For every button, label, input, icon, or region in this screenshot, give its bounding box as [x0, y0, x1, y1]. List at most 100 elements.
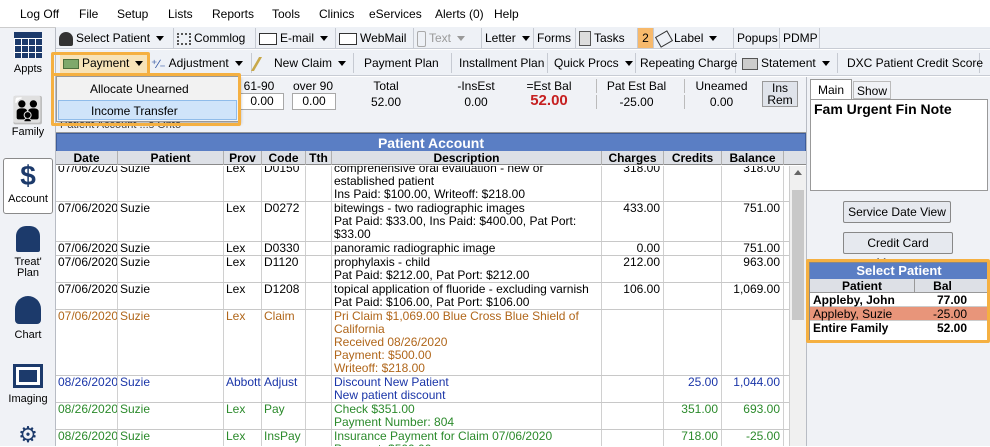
select-patient-label: Select Patient [76, 31, 151, 45]
statement-button[interactable]: Statement [736, 53, 838, 73]
select-patient-button[interactable]: Select Patient [56, 28, 174, 48]
col-balance[interactable]: Balance [722, 151, 784, 165]
table-row[interactable]: 08/26/2020 Suzie Lex Pay Check $351.00 Paymen… [56, 403, 789, 430]
popups-button[interactable]: Popups [734, 28, 780, 48]
menu-setup[interactable]: Setup [117, 7, 148, 21]
col-patient[interactable]: Patient [118, 151, 224, 165]
cell-code: D1208 [262, 283, 306, 309]
nav-appts[interactable]: Appts [0, 30, 56, 86]
tab-main[interactable]: Main [810, 79, 852, 99]
text-label: Text [429, 31, 452, 45]
cell-date: 07/06/2020 [56, 256, 118, 282]
cell-tth [306, 430, 332, 446]
ins-est-value: 0.00 [464, 95, 488, 109]
menu-alerts[interactable]: Alerts (0) [435, 7, 484, 21]
menu-tools[interactable]: Tools [272, 7, 300, 21]
cell-charges: 433.00 [602, 202, 664, 241]
adjustment-button[interactable]: ⁺∕₋ Adjustment [148, 53, 252, 73]
nav-appts-label: Appts [13, 63, 43, 75]
label-button[interactable]: Label [654, 28, 734, 48]
description-line: Pat Paid: $106.00, Pat Port: $106.00 [334, 296, 530, 309]
est-bal-label: =Est Bal [526, 79, 572, 93]
cell-code: InsPay [262, 430, 306, 446]
table-row[interactable]: 08/26/2020 Suzie Lex InsPay Insurance Paymen… [56, 430, 789, 446]
col-date[interactable]: Date [56, 151, 118, 165]
cell-tth [306, 256, 332, 282]
menu-reports[interactable]: Reports [212, 7, 254, 21]
ins-rem-button[interactable]: Ins Rem [762, 81, 798, 107]
nav-family[interactable]: 👪 Family [0, 96, 56, 150]
menu-lists[interactable]: Lists [168, 7, 193, 21]
pat-est-bal-value: -25.00 [596, 95, 676, 109]
col-prov[interactable]: Prov [224, 151, 262, 165]
description-line: topical application of fluoride - exclud… [334, 283, 589, 296]
menu-eservices[interactable]: eServices [369, 7, 422, 21]
table-row[interactable]: 07/06/2020 Suzie Lex D1120 prophylaxis - ch… [56, 256, 789, 283]
description-line: established patient [334, 175, 435, 188]
repeating-charge-label: Repeating Charge [640, 56, 738, 70]
scroll-up-icon[interactable] [794, 170, 802, 175]
repeating-charge-button[interactable]: Repeating Charge [636, 53, 738, 73]
tasks-count-badge[interactable]: 2 [638, 28, 654, 48]
chevron-down-icon [821, 61, 830, 67]
webmail-label: WebMail [360, 31, 407, 45]
dropdown-highlight [51, 73, 241, 126]
menu-log-off[interactable]: Log Off [20, 7, 59, 21]
unearned-value: 0.00 [684, 95, 758, 109]
cell-desc: panoramic radiographic image [332, 242, 602, 255]
label-label: Label [674, 31, 704, 45]
description-line: panoramic radiographic image [334, 242, 496, 255]
table-row[interactable]: 07/06/2020 Suzie Lex D0272 bitewings - two … [56, 202, 789, 242]
webmail-button[interactable]: WebMail [336, 28, 414, 48]
cell-credits [664, 166, 722, 201]
dxc-credit-score-label: DXC Patient Credit Score [847, 56, 984, 70]
cell-balance: 693.00 [722, 403, 784, 429]
cell-tth [306, 242, 332, 255]
letter-button[interactable]: Letter [482, 28, 534, 48]
chevron-down-icon [320, 36, 329, 42]
payment-plan-button[interactable]: Payment Plan [354, 53, 452, 73]
col-charges[interactable]: Charges [602, 151, 664, 165]
table-row[interactable]: 07/06/2020 Suzie Lex Claim Pri Claim $1,069.… [56, 310, 789, 376]
grid-header: Date Patient Prov Code Tth Description C… [56, 151, 808, 165]
grid-scrollbar[interactable] [789, 166, 806, 446]
installment-plan-button[interactable]: Installment Plan [452, 53, 548, 73]
plus-minus-icon: ⁺∕₋ [151, 56, 166, 71]
text-button[interactable]: Text [414, 28, 482, 48]
chevron-down-icon [709, 36, 718, 42]
menu-clinics[interactable]: Clinics [319, 7, 354, 21]
fin-note-box[interactable]: Fam Urgent Fin Note [810, 99, 988, 191]
cell-desc: prophylaxis - child Pat Paid: $212.00, Pa… [332, 256, 602, 282]
description-line: Payment Number: 804 [334, 416, 455, 429]
description-line: bitewings - two radiographic images [334, 202, 525, 215]
dxc-credit-score-button[interactable]: DXC Patient Credit Score [838, 53, 984, 73]
table-row[interactable]: 08/26/2020 Suzie Abbott Adjust Discount New … [56, 376, 789, 403]
service-date-view-button[interactable]: Service Date View [843, 201, 951, 223]
quick-procs-button[interactable]: Quick Procs [548, 53, 636, 73]
cell-patient: Suzie [118, 202, 224, 241]
tab-show[interactable]: Show [853, 81, 891, 99]
table-row[interactable]: 07/06/2020 Suzie Lex D1208 topical applicat… [56, 283, 789, 310]
pdmp-button[interactable]: PDMP [780, 28, 820, 48]
scroll-thumb[interactable] [792, 190, 804, 320]
cell-credits [664, 283, 722, 309]
chevron-down-icon [234, 61, 243, 67]
table-row[interactable]: 07/06/2020 Suzie Lex D0150 comprehensive ora… [56, 166, 789, 202]
commlog-button[interactable]: Commlog [174, 28, 256, 48]
table-row[interactable]: 07/06/2020 Suzie Lex D0330 panoramic radiog… [56, 242, 789, 256]
col-tth[interactable]: Tth [306, 151, 332, 165]
menu-help[interactable]: Help [494, 7, 519, 21]
email-button[interactable]: E-mail [256, 28, 336, 48]
col-code[interactable]: Code [262, 151, 306, 165]
cell-code: D0330 [262, 242, 306, 255]
tasks-button[interactable]: Tasks [576, 28, 638, 48]
menu-file[interactable]: File [79, 7, 98, 21]
cell-date: 07/06/2020 [56, 202, 118, 241]
col-credits[interactable]: Credits [664, 151, 722, 165]
credit-card-manage-button[interactable]: Credit Card Manage [843, 232, 953, 270]
cell-credits [664, 256, 722, 282]
new-claim-button[interactable]: New Claim [250, 53, 354, 73]
forms-button[interactable]: Forms [534, 28, 576, 48]
cell-prov: Abbott [224, 376, 262, 402]
col-description[interactable]: Description [332, 151, 602, 165]
